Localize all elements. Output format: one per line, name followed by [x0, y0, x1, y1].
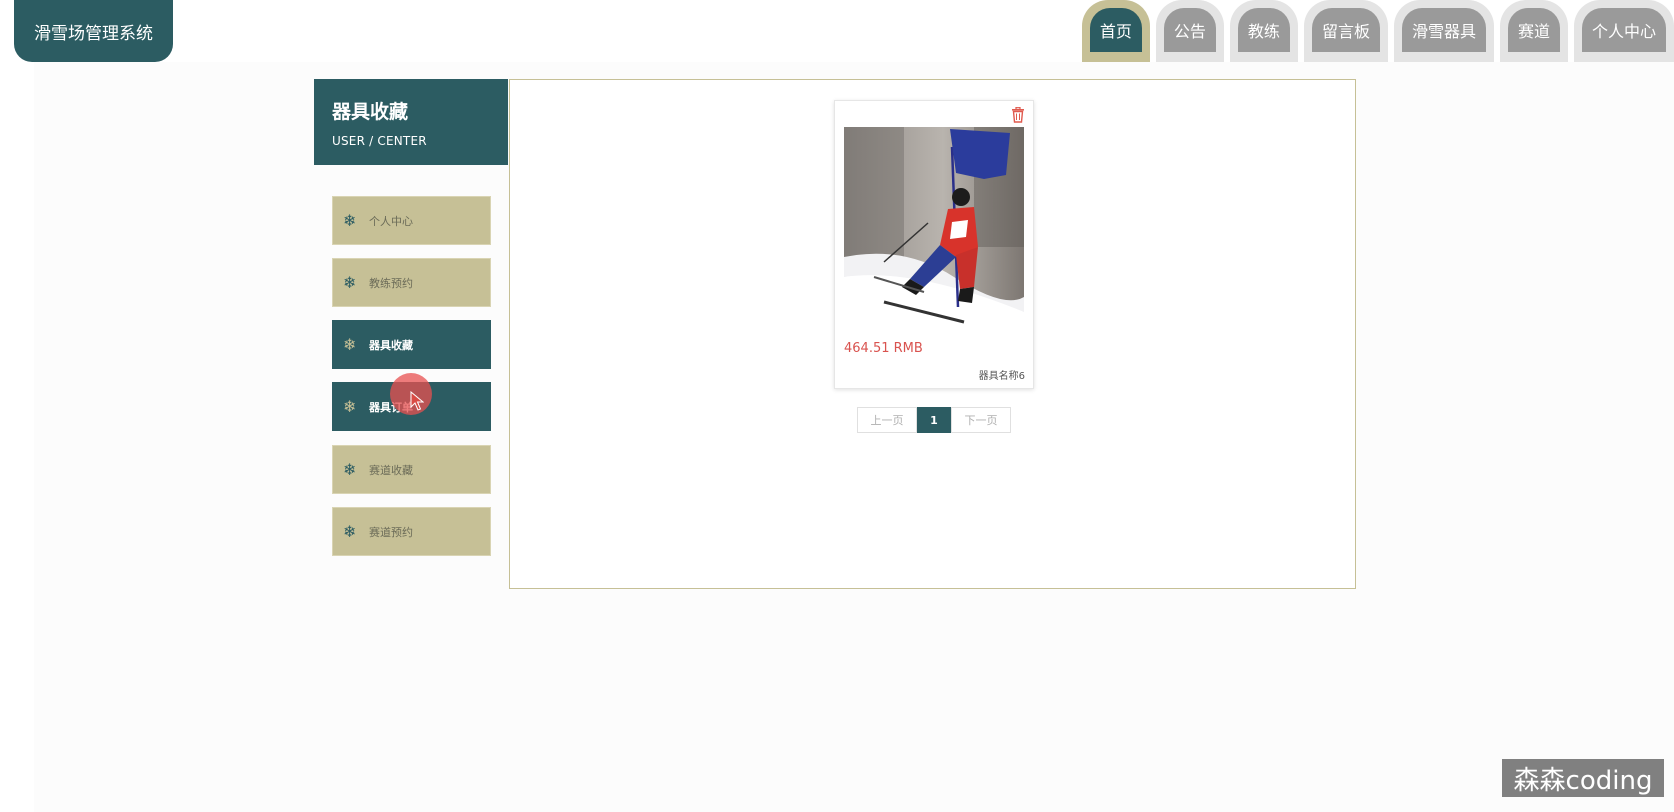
nav-item-coach[interactable]: 教练	[1229, 0, 1298, 62]
cursor-arrow-icon	[410, 391, 424, 411]
sidebar-item-track-favorites[interactable]: ❄ 赛道收藏	[332, 445, 491, 494]
sidebar-item-coach-booking[interactable]: ❄ 教练预约	[332, 258, 491, 307]
nav-item-ski-equipment[interactable]: 滑雪器具	[1393, 0, 1494, 62]
nav-item-track[interactable]: 赛道	[1499, 0, 1568, 62]
sidebar-title: 器具收藏	[332, 101, 409, 123]
watermark: 森森coding	[1502, 759, 1664, 797]
sidebar-item-personal-center[interactable]: ❄ 个人中心	[332, 196, 491, 245]
nav-item-personal-center[interactable]: 个人中心	[1573, 0, 1674, 62]
nav-label: 首页	[1089, 8, 1142, 52]
nav-label: 滑雪器具	[1401, 8, 1486, 52]
nav-label: 公告	[1163, 8, 1216, 52]
equipment-name[interactable]: 器具名称6	[979, 367, 1025, 382]
nav-label: 个人中心	[1581, 8, 1666, 52]
equipment-price: 464.51 RMB	[844, 341, 923, 356]
sidebar-item-label: 教练预约	[369, 276, 413, 290]
sidebar-item-label: 赛道预约	[369, 525, 413, 539]
snowflake-icon: ❄	[343, 273, 357, 292]
page-number-current[interactable]: 1	[917, 407, 951, 433]
skier-photo[interactable]	[844, 127, 1024, 330]
equipment-card[interactable]: 464.51 RMB 器具名称6	[834, 100, 1034, 389]
sidebar-item-label: 器具收藏	[369, 338, 413, 352]
sidebar-item-label: 赛道收藏	[369, 463, 413, 477]
nav-item-message-board[interactable]: 留言板	[1303, 0, 1388, 62]
sidebar-subtitle: USER / CENTER	[332, 134, 427, 148]
prev-page-button[interactable]: 上一页	[857, 407, 917, 433]
nav-label: 赛道	[1507, 8, 1560, 52]
nav-item-notice[interactable]: 公告	[1155, 0, 1224, 62]
site-logo[interactable]: 滑雪场管理系统	[14, 0, 173, 62]
snowflake-icon: ❄	[343, 335, 357, 354]
top-nav: 首页 公告 教练 留言板 滑雪器具 赛道 个人中心	[1076, 0, 1674, 62]
nav-label: 教练	[1237, 8, 1290, 52]
nav-item-home[interactable]: 首页	[1081, 0, 1150, 62]
main-content-panel: 464.51 RMB 器具名称6 上一页 1 下一页	[509, 79, 1356, 589]
sidebar-item-equipment-favorites[interactable]: ❄ 器具收藏	[332, 320, 491, 369]
snowflake-icon: ❄	[343, 397, 357, 416]
sidebar-item-label: 个人中心	[369, 214, 413, 228]
snowflake-icon: ❄	[343, 522, 357, 541]
sidebar-item-track-booking[interactable]: ❄ 赛道预约	[332, 507, 491, 556]
pagination: 上一页 1 下一页	[857, 407, 1011, 433]
sidebar-header: 器具收藏 USER / CENTER	[314, 79, 508, 165]
next-page-button[interactable]: 下一页	[951, 407, 1011, 433]
snowflake-icon: ❄	[343, 460, 357, 479]
trash-icon[interactable]	[1011, 107, 1025, 123]
nav-label: 留言板	[1311, 8, 1380, 52]
snowflake-icon: ❄	[343, 211, 357, 230]
